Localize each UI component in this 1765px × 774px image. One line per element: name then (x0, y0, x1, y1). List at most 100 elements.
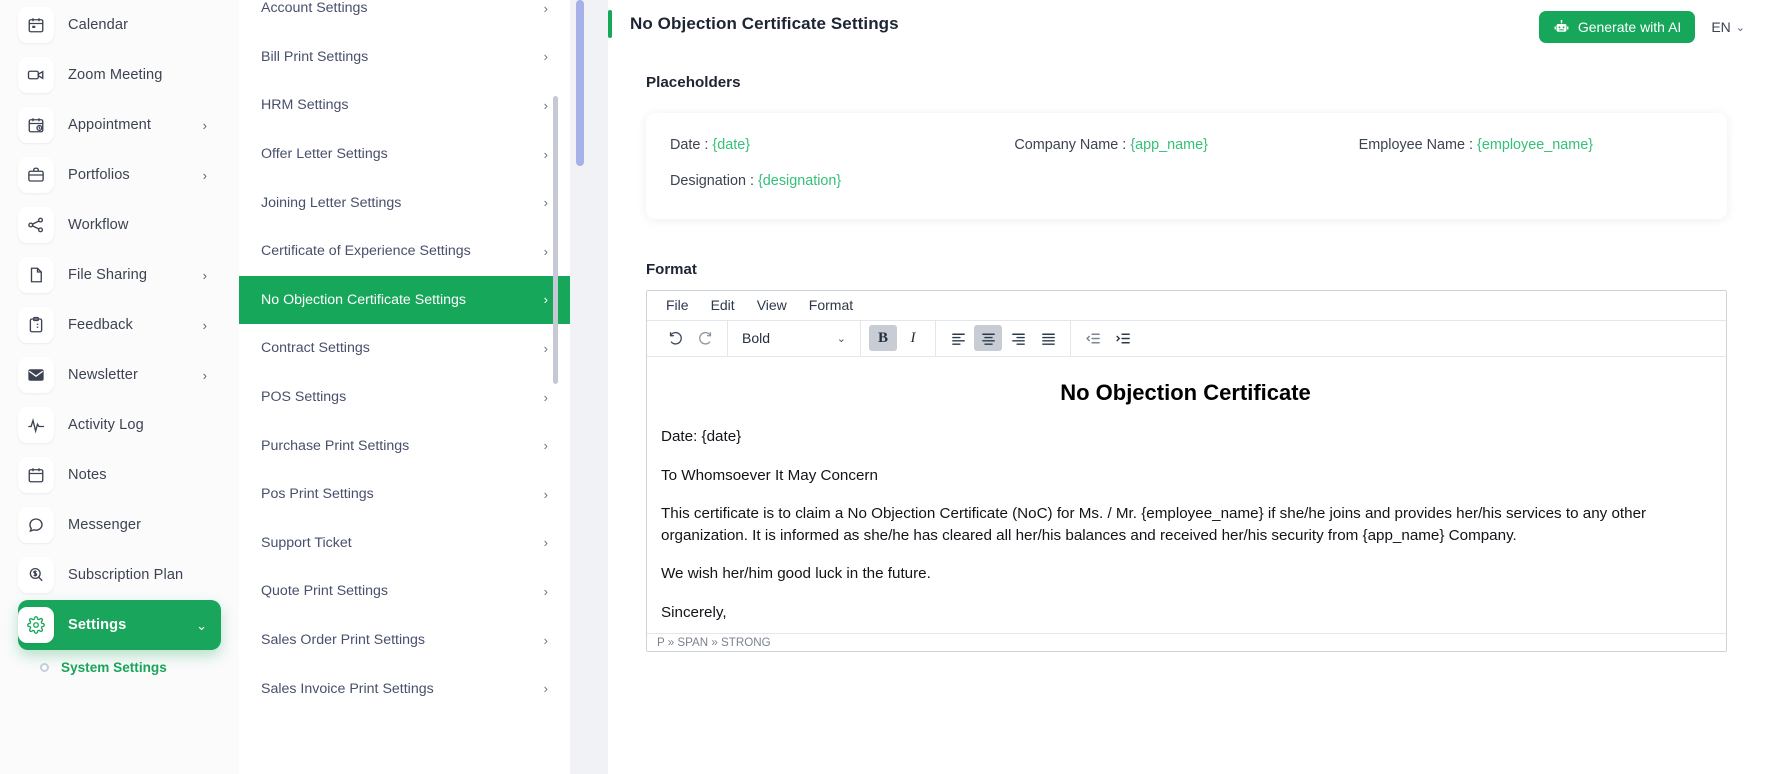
file-icon (18, 257, 54, 293)
sidebar-item-notes[interactable]: Notes (18, 450, 221, 500)
toolbar-block-format-group: Bold ⌄ (728, 321, 860, 356)
placeholder-value: {designation} (758, 173, 841, 189)
settings-item-label: Bill Print Settings (261, 49, 368, 65)
page-header: No Objection Certificate Settings Genera… (608, 0, 1765, 46)
sidebar-subitem-system-settings[interactable]: System Settings (18, 650, 221, 684)
rich-text-editor: File Edit View Format Bold (646, 290, 1727, 652)
redo-icon[interactable] (691, 325, 719, 351)
placeholder-value: {date} (712, 137, 750, 153)
menu-format[interactable]: Format (798, 293, 864, 317)
sidebar-item-workflow[interactable]: Workflow (18, 200, 221, 250)
settings-item-label: Sales Order Print Settings (261, 632, 425, 648)
settings-item-label: Sales Invoice Print Settings (261, 681, 434, 697)
placeholder-company-name: Company Name : {app_name} (1014, 137, 1358, 153)
indent-icon[interactable] (1109, 325, 1137, 351)
sidebar-item-label: Notes (68, 467, 107, 483)
settings-item-purchase-print-settings[interactable]: Purchase Print Settings › (239, 421, 570, 470)
settings-item-offer-letter-settings[interactable]: Offer Letter Settings › (239, 130, 570, 179)
chevron-right-icon: › (544, 585, 548, 598)
chevron-right-icon: › (203, 369, 207, 382)
chevron-right-icon: › (544, 293, 548, 306)
format-title: Format (646, 261, 1765, 278)
share-nodes-icon (18, 207, 54, 243)
placeholder-label: Date : (670, 137, 708, 153)
chevron-down-icon: ⌄ (1736, 21, 1745, 34)
toolbar-indent-group (1071, 321, 1145, 356)
bold-button[interactable]: B (869, 325, 897, 351)
settings-item-sales-order-print-settings[interactable]: Sales Order Print Settings › (239, 616, 570, 665)
italic-button[interactable]: I (899, 325, 927, 351)
document-paragraph: We wish her/him good luck in the future. (661, 563, 1710, 585)
placeholder-employee-name: Employee Name : {employee_name} (1359, 137, 1703, 153)
menu-edit[interactable]: Edit (700, 293, 746, 317)
settings-item-quote-print-settings[interactable]: Quote Print Settings › (239, 567, 570, 616)
sidebar-item-calendar[interactable]: Calendar (18, 0, 221, 50)
align-right-icon[interactable] (1004, 325, 1032, 351)
menu-file[interactable]: File (655, 293, 700, 317)
sidebar-item-label: Appointment (68, 117, 151, 133)
placeholder-value: {employee_name} (1477, 137, 1593, 153)
generate-with-ai-button[interactable]: Generate with AI (1539, 11, 1696, 43)
sidebar-item-label: Messenger (68, 517, 141, 533)
settings-item-label: Account Settings (261, 0, 367, 16)
sidebar-item-label: Calendar (68, 17, 128, 33)
placeholders-card: Date : {date} Company Name : {app_name} … (646, 113, 1727, 219)
pulse-icon (18, 407, 54, 443)
robot-icon (1553, 19, 1570, 36)
sidebar-item-appointment[interactable]: Appointment › (18, 100, 221, 150)
calendar-icon (18, 7, 54, 43)
sidebar-item-activity-log[interactable]: Activity Log (18, 400, 221, 450)
settings-item-joining-letter-settings[interactable]: Joining Letter Settings › (239, 178, 570, 227)
editor-toolbar: Bold ⌄ B I (647, 320, 1726, 357)
settings-item-support-ticket[interactable]: Support Ticket › (239, 519, 570, 568)
sidebar-item-newsletter[interactable]: Newsletter › (18, 350, 221, 400)
undo-icon[interactable] (661, 325, 689, 351)
sidebar-item-label: Subscription Plan (68, 567, 183, 583)
menu-view[interactable]: View (746, 293, 798, 317)
settings-item-certificate-of-experience-settings[interactable]: Certificate of Experience Settings › (239, 227, 570, 276)
sidebar-item-portfolios[interactable]: Portfolios › (18, 150, 221, 200)
chevron-right-icon: › (544, 148, 548, 161)
settings-item-label: Pos Print Settings (261, 486, 374, 502)
settings-item-no-objection-certificate-settings[interactable]: No Objection Certificate Settings › (239, 276, 570, 325)
language-selector[interactable]: EN ⌄ (1709, 15, 1747, 39)
placeholder-designation: Designation : {designation} (670, 173, 1014, 189)
placeholder-value: {app_name} (1130, 137, 1208, 153)
chat-bubble-icon (18, 507, 54, 543)
settings-item-contract-settings[interactable]: Contract Settings › (239, 324, 570, 373)
settings-item-hrm-settings[interactable]: HRM Settings › (239, 81, 570, 130)
settings-item-label: Joining Letter Settings (261, 195, 401, 211)
sidebar-item-settings[interactable]: Settings ⌄ (18, 600, 221, 650)
chevron-right-icon: › (544, 342, 548, 355)
sidebar-item-zoom-meeting[interactable]: Zoom Meeting (18, 50, 221, 100)
sidebar-item-messenger[interactable]: Messenger (18, 500, 221, 550)
page-title: No Objection Certificate Settings (630, 14, 899, 34)
placeholder-label: Company Name : (1014, 137, 1126, 153)
page-title-group: No Objection Certificate Settings (608, 7, 899, 38)
settings-item-pos-print-settings[interactable]: Pos Print Settings › (239, 470, 570, 519)
settings-item-pos-settings[interactable]: POS Settings › (239, 373, 570, 422)
settings-item-sales-invoice-print-settings[interactable]: Sales Invoice Print Settings › (239, 664, 570, 713)
language-label: EN (1711, 19, 1730, 35)
editor-document[interactable]: No Objection Certificate Date: {date} To… (647, 357, 1726, 633)
sidebar-item-label: Settings (68, 617, 126, 633)
align-center-icon[interactable] (974, 325, 1002, 351)
scrollbar-thumb[interactable] (576, 0, 584, 166)
block-format-select[interactable]: Bold ⌄ (736, 325, 852, 351)
sidebar-item-file-sharing[interactable]: File Sharing › (18, 250, 221, 300)
settings-item-account-settings[interactable]: Account Settings › (239, 0, 570, 33)
settings-menu-column: Account Settings › Bill Print Settings ›… (239, 0, 570, 774)
align-left-icon[interactable] (944, 325, 972, 351)
placeholders-grid: Date : {date} Company Name : {app_name} … (670, 137, 1703, 189)
settings-menu-scrollbar[interactable] (553, 96, 558, 384)
sidebar-item-feedback[interactable]: Feedback › (18, 300, 221, 350)
outdent-icon[interactable] (1079, 325, 1107, 351)
chevron-right-icon: › (544, 488, 548, 501)
chevron-right-icon: › (203, 269, 207, 282)
sidebar-item-label: Activity Log (68, 417, 144, 433)
align-justify-icon[interactable] (1034, 325, 1062, 351)
sidebar-item-subscription-plan[interactable]: Subscription Plan (18, 550, 221, 600)
main-scrollbar[interactable] (570, 0, 608, 774)
settings-item-bill-print-settings[interactable]: Bill Print Settings › (239, 33, 570, 82)
video-camera-icon (18, 57, 54, 93)
